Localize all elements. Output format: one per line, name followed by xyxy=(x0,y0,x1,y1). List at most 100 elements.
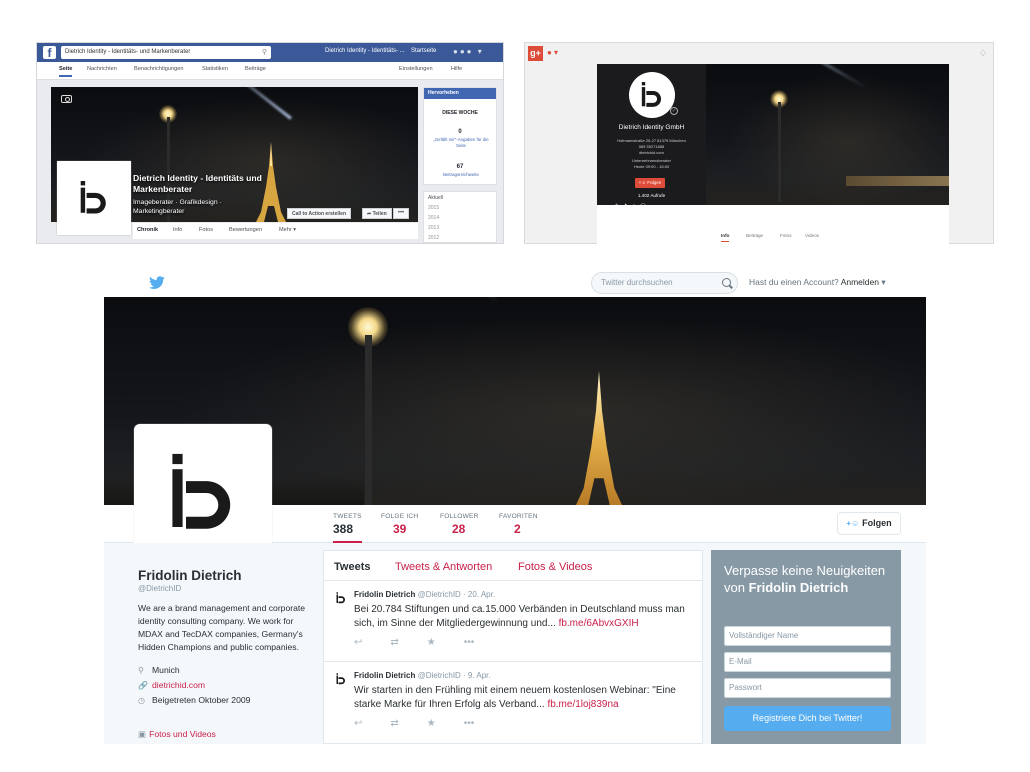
tweet-text: Bei 20.784 Stiftungen und ca.15.000 Verb… xyxy=(354,603,694,631)
tweet-author[interactable]: Fridolin Dietrich xyxy=(354,590,415,599)
email-field[interactable]: E-Mail xyxy=(724,652,891,672)
googleplus-hours: Heute 09:00 - 18:00 xyxy=(633,164,670,169)
street-lamp-post xyxy=(365,335,372,505)
tweet-text: Wir starten in den Frühling mit einem ne… xyxy=(354,684,694,712)
highlight-button[interactable]: Hervorheben xyxy=(424,88,496,99)
tab-beitraege[interactable]: Beiträge xyxy=(746,233,763,238)
tab-photos-videos[interactable]: Fotos & Videos xyxy=(518,561,592,573)
subtab-mehr-label: Mehr xyxy=(279,227,292,233)
stat-followers[interactable]: FOLLOWER 28 xyxy=(440,513,479,536)
tab-videos[interactable]: Videos xyxy=(805,233,819,238)
retweet-icon[interactable]: ⇄ xyxy=(390,718,398,729)
more-dots-icon[interactable]: ••• xyxy=(464,718,475,729)
tweet-meta[interactable]: @DietrichID · 9. Apr. xyxy=(418,671,491,680)
photos-videos-link[interactable]: ▣ Fotos und Videos xyxy=(138,729,216,740)
share-button[interactable]: ➦ Teilen xyxy=(362,208,392,219)
tab-nachrichten[interactable]: Nachrichten xyxy=(87,66,117,72)
tab-benachrichtigungen[interactable]: Benachrichtigungen xyxy=(134,66,183,72)
facebook-screenshot: f Dietrich Identity - Identitäts- und Ma… xyxy=(36,42,504,244)
tweet-item[interactable]: Fridolin Dietrich @DietrichID · 9. Apr. … xyxy=(324,663,702,743)
tweet-author-avatar[interactable] xyxy=(336,673,346,685)
stat-following[interactable]: FOLGE ICH 39 xyxy=(381,513,418,536)
googleplus-phone[interactable]: 089 55271888 xyxy=(597,144,706,149)
tweet-actions: ↩ ⇄ ★ ••• xyxy=(354,637,502,648)
search-icon[interactable] xyxy=(722,278,731,287)
tab-beitraege[interactable]: Beiträge xyxy=(245,66,266,72)
notification-bell-icon[interactable]: ♢ xyxy=(979,48,987,59)
facebook-logo-icon[interactable]: f xyxy=(43,46,56,60)
likes-count: 0 xyxy=(458,129,462,135)
facebook-profile-picture[interactable] xyxy=(57,161,131,235)
tweet-item[interactable]: Fridolin Dietrich @DietrichID · 20. Apr.… xyxy=(324,582,702,662)
facebook-search-input[interactable]: Dietrich Identity - Identitäts- und Mark… xyxy=(61,46,271,59)
call-to-action-button[interactable]: Call to Action erstellen xyxy=(287,208,351,219)
likes-label[interactable]: „Gefällt mir“-Angaben für die Seite xyxy=(428,137,494,149)
googleplus-follow-button[interactable]: +☺ Folgen xyxy=(635,178,665,188)
tweet-actions: ↩ ⇄ ★ ••• xyxy=(354,718,502,729)
location-menu-icon[interactable]: ● ▾ xyxy=(547,48,558,57)
eiffel-tower-image xyxy=(576,371,622,505)
tab-info[interactable]: Info xyxy=(721,233,730,242)
tab-hilfe[interactable]: Hilfe xyxy=(451,66,462,72)
googleplus-profile-picture[interactable] xyxy=(629,72,675,118)
googleplus-category: Unternehmensberater xyxy=(632,158,671,163)
login-link[interactable]: Anmelden xyxy=(841,277,879,287)
year-current[interactable]: Aktuell xyxy=(428,195,443,201)
tweet-link[interactable]: fb.me/6AbvxGXIH xyxy=(559,618,639,629)
tab-tweets-replies[interactable]: Tweets & Antworten xyxy=(395,561,492,573)
signup-panel: Verpasse keine Neuigkeiten von Fridolin … xyxy=(711,550,901,744)
account-prompt: Hast du einen Account? Anmelden ▾ xyxy=(749,277,886,287)
year-2012[interactable]: 2012 xyxy=(428,235,439,241)
dietrich-identity-logo xyxy=(641,82,662,107)
stat-tweets[interactable]: TWEETS 388 xyxy=(333,513,362,544)
stat-favorites[interactable]: FAVORITEN 2 xyxy=(499,513,538,536)
facebook-notification-icons[interactable]: ●●● ▾ xyxy=(453,47,484,56)
profile-handle[interactable]: @DietrichID xyxy=(138,584,308,593)
tab-fotos[interactable]: Fotos xyxy=(780,233,792,238)
googleplus-website[interactable]: dietrichid.com xyxy=(597,150,706,155)
search-icon[interactable]: ⚲ xyxy=(262,46,267,59)
profile-name[interactable]: Fridolin Dietrich xyxy=(138,568,308,583)
tweet-author[interactable]: Fridolin Dietrich xyxy=(354,671,415,680)
retweet-icon[interactable]: ⇄ xyxy=(390,637,398,648)
year-2015[interactable]: 2015 xyxy=(428,205,439,211)
website-link[interactable]: dietrichid.com xyxy=(152,680,205,690)
facebook-topbar: f Dietrich Identity - Identitäts- und Ma… xyxy=(37,43,503,62)
tab-statistiken[interactable]: Statistiken xyxy=(202,66,228,72)
subtab-chronik[interactable]: Chronik xyxy=(137,227,158,233)
twitter-bird-icon[interactable] xyxy=(148,276,166,290)
favorite-star-icon[interactable]: ★ xyxy=(427,718,436,729)
more-dots-icon[interactable]: ••• xyxy=(464,637,475,648)
register-button[interactable]: Registriere Dich bei Twitter! xyxy=(724,706,891,731)
subtab-fotos[interactable]: Fotos xyxy=(199,227,213,233)
more-options-button[interactable]: ••• xyxy=(393,208,409,219)
location-row: ⚲ Munich xyxy=(138,663,308,678)
twitter-search-input[interactable]: Twitter durchsuchen xyxy=(591,272,738,294)
facebook-page-shortcut[interactable]: Dietrich Identity - Identitäts- ... xyxy=(325,48,405,54)
reach-label[interactable]: Beitragsreichweite xyxy=(428,172,494,178)
subtab-mehr[interactable]: Mehr ▾ xyxy=(279,227,296,233)
password-field[interactable]: Passwort xyxy=(724,678,891,698)
reply-icon[interactable]: ↩ xyxy=(354,718,362,729)
tab-seite[interactable]: Seite xyxy=(59,66,73,77)
reply-icon[interactable]: ↩ xyxy=(354,637,362,648)
facebook-home-link[interactable]: Startseite xyxy=(411,48,436,54)
photos-videos-label: Fotos und Videos xyxy=(149,729,216,739)
twitter-profile-avatar[interactable] xyxy=(134,424,272,562)
tab-einstellungen[interactable]: Einstellungen xyxy=(399,66,433,72)
subtab-bewertungen[interactable]: Bewertungen xyxy=(229,227,262,233)
tweet-author-avatar[interactable] xyxy=(336,592,346,604)
camera-icon[interactable] xyxy=(61,95,72,103)
tweet-meta[interactable]: @DietrichID · 20. Apr. xyxy=(418,590,495,599)
subtab-info[interactable]: Info xyxy=(173,227,182,233)
favorite-star-icon[interactable]: ★ xyxy=(427,637,436,648)
year-2014[interactable]: 2014 xyxy=(428,215,439,221)
facebook-page-name: Dietrich Identity - Identitäts und Marke… xyxy=(133,173,262,194)
tweet-link[interactable]: fb.me/1loj839na xyxy=(547,699,618,710)
tab-tweets[interactable]: Tweets xyxy=(334,561,370,573)
follow-button[interactable]: +☺ Folgen xyxy=(837,512,901,535)
full-name-field[interactable]: Vollständiger Name xyxy=(724,626,891,646)
googleplus-logo-icon[interactable]: g+ xyxy=(528,46,543,61)
year-2013[interactable]: 2013 xyxy=(428,225,439,231)
googleplus-address[interactable]: Hofmannstraße 25-27 81379 München xyxy=(597,138,706,143)
